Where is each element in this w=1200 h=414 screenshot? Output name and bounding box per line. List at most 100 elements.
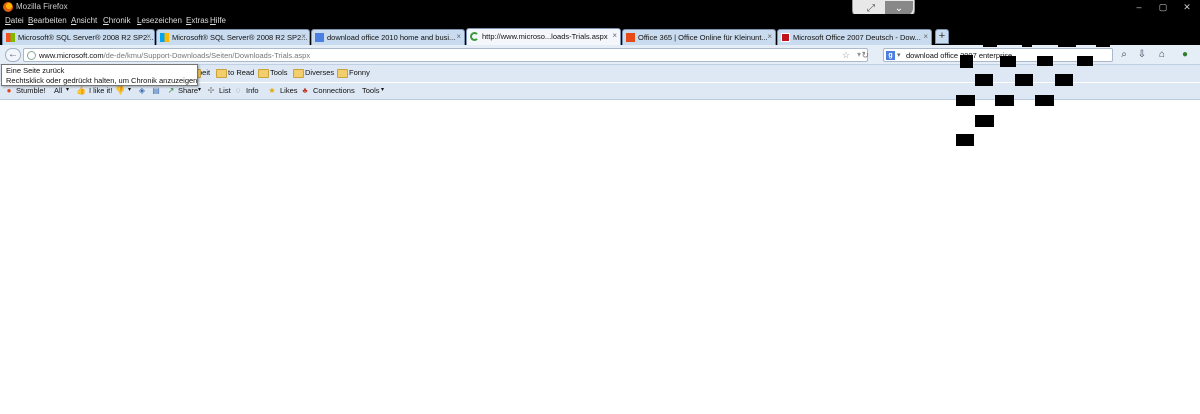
close-icon[interactable]: ×: [301, 32, 306, 41]
close-icon[interactable]: ×: [767, 32, 772, 41]
tab-sql-server-2[interactable]: Microsoft® SQL Server® 2008 R2 SP2... ×: [156, 29, 310, 45]
reload-icon[interactable]: ↻: [861, 50, 869, 61]
tab-office-365[interactable]: Office 365 | Office Online für Kleinunt.…: [622, 29, 776, 45]
artifact-block: [1035, 95, 1054, 106]
minimize-button[interactable]: –: [1128, 0, 1150, 14]
thumbs-up-icon: 👍: [76, 86, 86, 95]
office-icon: [626, 33, 635, 42]
back-arrow-icon[interactable]: ←: [5, 48, 21, 62]
bookmark-diverses[interactable]: Diverses: [293, 68, 334, 78]
maximize-button[interactable]: ▢: [1152, 0, 1174, 14]
artifact-block: [956, 134, 974, 146]
star-icon: ★: [268, 86, 276, 95]
close-icon[interactable]: ×: [612, 31, 617, 40]
chip-icon: [781, 33, 790, 42]
artifact-block: [983, 44, 997, 47]
stats-icon[interactable]: ▤: [151, 86, 161, 96]
info-button[interactable]: Info: [246, 86, 259, 95]
list-button[interactable]: List: [219, 86, 231, 95]
url-path: /de-de/kmu/Support-Downloads/Seiten/Down…: [103, 51, 311, 60]
menu-bar: Datei Bearbeiten Ansicht Chronik Lesezei…: [0, 14, 1200, 28]
artifact-block: [1015, 74, 1033, 86]
downloads-icon[interactable]: ⇩: [1135, 48, 1149, 62]
window-title: Mozilla Firefox: [16, 2, 68, 11]
list-icon: ✣: [207, 86, 215, 95]
address-bar[interactable]: www.microsoft.com/de-de/kmu/Support-Down…: [23, 48, 869, 62]
windows-icon: [6, 33, 15, 42]
tab-label: Microsoft® SQL Server® 2008 R2 SP2...: [172, 33, 308, 42]
menu-extras[interactable]: Extras: [186, 16, 209, 25]
close-icon[interactable]: ×: [923, 32, 928, 41]
tab-label: download office 2010 home and busi...: [327, 33, 456, 42]
share-button[interactable]: Share: [178, 86, 198, 95]
menu-chronik[interactable]: Chronik: [103, 16, 131, 25]
tab-office-2007[interactable]: Microsoft Office 2007 Deutsch - Dow... ×: [777, 29, 932, 45]
bookmark-to-read[interactable]: to Read: [216, 68, 254, 78]
menu-ansicht[interactable]: Ansicht: [71, 16, 97, 25]
engine-dropdown-icon[interactable]: ▾: [897, 51, 901, 59]
artifact-block: [1077, 56, 1093, 66]
tooltip-line-1: Eine Seite zurück: [6, 66, 65, 75]
chevron-down-icon[interactable]: ▾: [128, 86, 131, 93]
tab-google-search[interactable]: download office 2010 home and busi... ×: [311, 29, 465, 45]
windows-icon: [160, 33, 169, 42]
tab-label: Microsoft® SQL Server® 2008 R2 SP2...: [18, 33, 154, 42]
artifact-block: [1055, 74, 1073, 86]
menu-hilfe[interactable]: Hilfe: [210, 16, 226, 25]
thumbs-down-icon[interactable]: 👎: [115, 86, 125, 96]
bookmark-star-icon[interactable]: ☆: [842, 50, 850, 61]
new-tab-button[interactable]: +: [935, 29, 949, 44]
close-window-button[interactable]: ✕: [1176, 0, 1198, 14]
navigation-bar: ← www.microsoft.com/de-de/kmu/Support-Do…: [0, 45, 1200, 65]
url-host: www.microsoft.com: [39, 51, 104, 60]
home-icon[interactable]: ⌂: [1155, 48, 1169, 62]
close-icon[interactable]: ×: [146, 32, 151, 41]
artifact-block: [960, 55, 973, 68]
artifact-block: [1037, 56, 1053, 66]
menu-bearbeiten[interactable]: Bearbeiten: [28, 16, 67, 25]
chevron-down-icon[interactable]: ▾: [381, 86, 384, 93]
stumbleupon-icon: ●: [6, 86, 12, 95]
window-titlebar: Mozilla Firefox – ▢ ✕: [0, 0, 1200, 14]
share-icon: ↗: [167, 86, 175, 95]
tag-icon[interactable]: ◈: [137, 86, 147, 96]
tab-microsoft-trials[interactable]: http://www.microso...loads-Trials.aspx ×: [466, 28, 621, 45]
tab-label: Office 365 | Office Online für Kleinunt.…: [638, 33, 768, 42]
search-engine-icon[interactable]: g: [886, 51, 895, 60]
menu-datei[interactable]: Datei: [5, 16, 24, 25]
stumble-button[interactable]: Stumble!: [16, 86, 46, 95]
chevron-down-icon[interactable]: ▾: [66, 86, 69, 93]
info-bubble-icon: ◌: [235, 86, 241, 95]
addon-icon[interactable]: ●: [1178, 48, 1192, 62]
google-icon: [315, 33, 324, 42]
artifact-block: [975, 74, 993, 86]
artifact-block: [1058, 44, 1076, 47]
artifact-block: [1022, 44, 1032, 47]
firefox-logo-icon: [3, 2, 13, 12]
tab-sql-server-1[interactable]: Microsoft® SQL Server® 2008 R2 SP2... ×: [2, 29, 155, 45]
search-glass-icon[interactable]: ⌕: [1117, 48, 1131, 62]
url-text: www.microsoft.com/de-de/kmu/Support-Down…: [39, 51, 310, 60]
artifact-block: [1000, 56, 1016, 67]
likes-button[interactable]: Likes: [280, 86, 298, 95]
tooltip-line-2: Rechtsklick oder gedrückt halten, um Chr…: [6, 76, 198, 85]
artifact-block: [975, 115, 994, 127]
artifact-block: [995, 95, 1014, 106]
artifact-block: [956, 95, 975, 106]
close-icon[interactable]: ×: [456, 32, 461, 41]
artifact-block: [1096, 44, 1110, 47]
loading-icon: [470, 32, 479, 41]
chevron-down-icon[interactable]: ▾: [198, 86, 201, 93]
connections-button[interactable]: Connections: [313, 86, 355, 95]
menu-lesezeichen[interactable]: Lesezeichen: [137, 16, 182, 25]
tab-strip: Microsoft® SQL Server® 2008 R2 SP2... × …: [0, 28, 1200, 45]
connections-icon: ♣: [302, 86, 308, 95]
i-like-it-button[interactable]: I like it!: [89, 86, 112, 95]
bookmark-fonny[interactable]: Fonny: [337, 68, 370, 78]
back-button-tooltip: Eine Seite zurück Rechtsklick oder gedrü…: [1, 64, 198, 86]
all-dropdown[interactable]: All: [54, 86, 62, 95]
bookmark-tools[interactable]: Tools: [258, 68, 288, 78]
globe-icon: [27, 51, 36, 60]
tools-menu[interactable]: Tools: [362, 86, 380, 95]
url-dropdown-icon[interactable]: ▾: [857, 50, 861, 59]
